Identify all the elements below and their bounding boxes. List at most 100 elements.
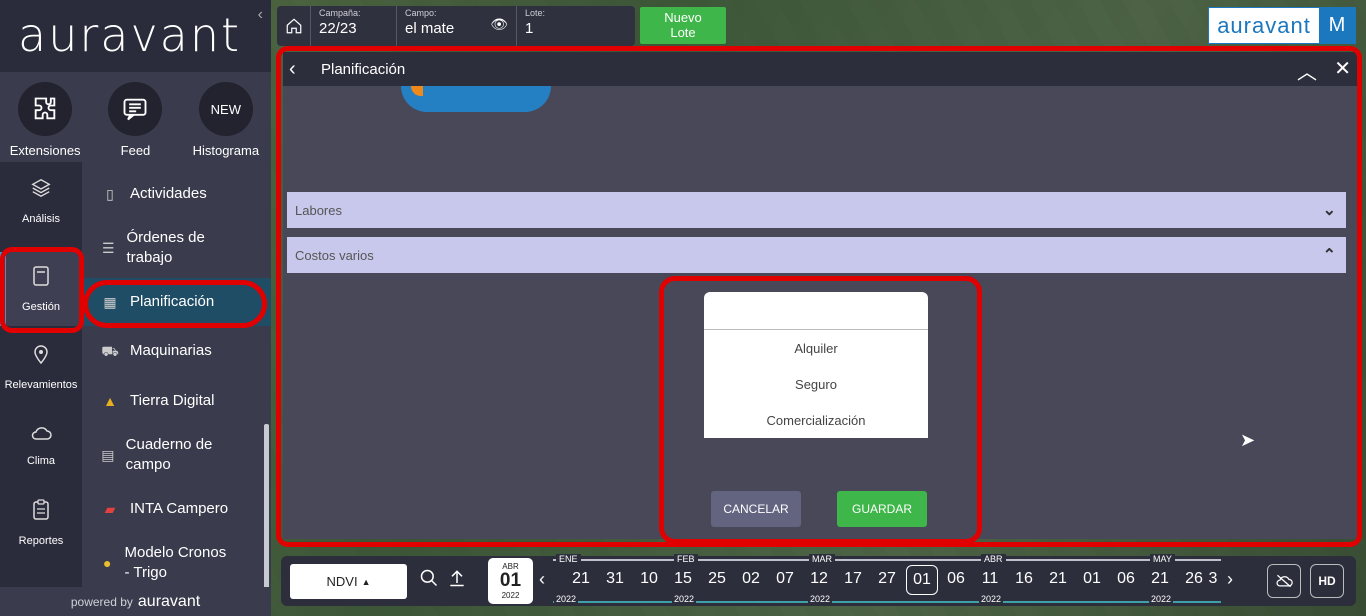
timeline-day[interactable]: 21 <box>565 570 597 588</box>
sub-item-actividades[interactable]: ▯ Actividades <box>82 184 271 204</box>
puzzle-icon <box>18 82 73 136</box>
panel-header: ‹ Planificación ︿ ✕ <box>283 52 1357 86</box>
nav-analisis[interactable]: Análisis <box>0 164 82 238</box>
collapse-sidebar-icon[interactable]: ‹ <box>258 6 263 24</box>
timeline-day-selected[interactable]: 01 <box>906 565 938 595</box>
current-date-card[interactable]: ABR 01 2022 <box>488 558 533 604</box>
histogram-button[interactable]: NEW Histograma <box>181 82 271 158</box>
campo-selector[interactable]: Campo: el mate 👁 <box>397 6 517 46</box>
feed-button[interactable]: Feed <box>90 82 180 158</box>
dropdown-search-input[interactable] <box>704 292 928 330</box>
timeline-day[interactable]: 07 <box>769 570 801 588</box>
timeline-year-label: 2022 <box>979 594 1004 604</box>
upload-icon[interactable] <box>447 568 467 593</box>
chevron-up-icon[interactable]: ︿ <box>1297 56 1317 85</box>
powered-by: powered by auravant <box>0 587 271 616</box>
feed-icon <box>108 82 163 136</box>
home-icon <box>286 18 301 34</box>
sub-item-label: Cuaderno de campo <box>125 436 213 473</box>
nav-reportes[interactable]: Reportes <box>0 486 82 560</box>
histogram-label: Histograma <box>192 143 260 158</box>
hd-toggle-button[interactable]: HD <box>1310 564 1344 598</box>
campana-label: Campaña: <box>319 8 361 18</box>
lote-selector[interactable]: Lote: 1 <box>517 6 635 46</box>
campana-selector[interactable]: Campaña: 22/23 <box>311 6 397 46</box>
nuevo-lote-button[interactable]: Nuevo Lote <box>640 7 726 44</box>
timeline-day[interactable]: 21 <box>1042 570 1074 588</box>
timeline-day[interactable]: 31 <box>599 570 631 588</box>
accordion-labores-label: Labores <box>295 202 342 218</box>
timeline-day[interactable]: 15 <box>667 570 699 588</box>
cost-type-dropdown[interactable]: Alquiler Seguro Comercialización <box>704 292 928 438</box>
timeline-day[interactable]: 06 <box>940 570 972 588</box>
timeline-next-icon[interactable]: › <box>1227 569 1233 590</box>
accordion-costos-varios[interactable]: Costos varios ⌃ <box>287 237 1346 273</box>
clipboard-icon <box>32 499 50 527</box>
sub-item-maquinarias[interactable]: ⛟ Maquinarias <box>82 341 271 361</box>
layers-icon <box>30 177 52 205</box>
sub-item-label: Órdenes de trabajo <box>126 229 205 266</box>
timeline-day[interactable]: 27 <box>871 570 903 588</box>
sub-item-cuaderno[interactable]: ▤ Cuaderno de campo <box>82 435 232 475</box>
sub-item-tierra-digital[interactable]: ▲ Tierra Digital <box>82 391 271 411</box>
timeline-top-line <box>553 559 1221 561</box>
timeline-day[interactable]: 16 <box>1008 570 1040 588</box>
nav-clima[interactable]: Clima <box>0 408 82 482</box>
timeline-day[interactable]: 17 <box>837 570 869 588</box>
timeline-day[interactable]: 21 <box>1144 570 1176 588</box>
timeline-day[interactable]: 12 <box>803 570 835 588</box>
sub-nav-scrollbar[interactable] <box>264 424 269 589</box>
dropdown-option-alquiler[interactable]: Alquiler <box>704 330 928 366</box>
layer-selector[interactable]: NDVI ▲ <box>290 564 407 599</box>
lote-value: 1 <box>525 20 534 37</box>
nuevo-lote-line1: Nuevo <box>664 10 702 25</box>
timeline-year-label: 2022 <box>808 594 833 604</box>
timeline-day[interactable]: 10 <box>633 570 665 588</box>
planificacion-panel: ‹ Planificación ︿ ✕ Labores ⌄ Costos var… <box>283 52 1357 539</box>
back-icon[interactable]: ‹ <box>289 58 315 81</box>
timeline-prev-icon[interactable]: ‹ <box>539 569 545 590</box>
nav-analisis-label: Análisis <box>22 213 60 225</box>
timeline-day[interactable]: 3 <box>1206 570 1220 588</box>
logo-area: auravant ‹ <box>0 0 271 72</box>
dropdown-option-seguro[interactable]: Seguro <box>704 366 928 402</box>
user-brand-box[interactable]: auravant M <box>1208 7 1356 44</box>
nav-relevamientos[interactable]: Relevamientos <box>0 330 82 404</box>
sidebar: auravant ‹ Extensiones Feed NEW Histogra… <box>0 0 271 616</box>
sub-item-label: Maquinarias <box>130 342 212 359</box>
sub-item-inta[interactable]: ▰ INTA Campero <box>82 499 271 519</box>
home-button[interactable] <box>277 6 311 46</box>
timeline-year-label: 2022 <box>1149 594 1174 604</box>
cancel-button[interactable]: CANCELAR <box>711 491 801 527</box>
selector-bar: Campaña: 22/23 Campo: el mate 👁 Lote: 1 <box>277 6 635 46</box>
timeline-day[interactable]: 25 <box>701 570 733 588</box>
new-badge: NEW <box>198 82 253 136</box>
sub-item-planificacion[interactable]: ▦ Planificación <box>82 278 271 326</box>
cloud-filter-button[interactable] <box>1267 564 1301 598</box>
auravant-logo: auravant <box>18 8 242 62</box>
auravant-brand-logo: auravant <box>1217 12 1311 38</box>
nav-gestion[interactable]: Gestión <box>0 252 82 326</box>
timeline-day[interactable]: 06 <box>1110 570 1142 588</box>
quick-actions: Extensiones Feed NEW Histograma <box>0 72 271 162</box>
timeline-month-label: MAR <box>809 554 835 564</box>
close-icon[interactable]: ✕ <box>1334 56 1351 81</box>
sub-item-cronos[interactable]: ● Modelo Cronos - Trigo <box>82 543 232 583</box>
lote-label: Lote: <box>525 8 546 18</box>
extensions-button[interactable]: Extensiones <box>0 82 90 158</box>
accordion-labores[interactable]: Labores ⌄ <box>287 192 1346 228</box>
user-avatar[interactable]: M <box>1319 8 1355 43</box>
mouse-cursor-icon: ➤ <box>1240 430 1256 450</box>
sub-item-label: INTA Campero <box>130 500 229 517</box>
timeline-day[interactable]: 11 <box>974 570 1006 588</box>
eye-icon[interactable]: 👁 <box>490 16 508 33</box>
search-icon[interactable] <box>419 568 439 593</box>
sub-item-label: Planificación <box>130 293 215 310</box>
save-button[interactable]: GUARDAR <box>837 491 927 527</box>
caret-up-icon: ▲ <box>361 576 371 587</box>
timeline-day[interactable]: 01 <box>1076 570 1108 588</box>
dropdown-option-comercializacion[interactable]: Comercialización <box>704 402 928 438</box>
sub-item-ordenes[interactable]: ☰ Órdenes de trabajo <box>82 228 232 268</box>
timeline-day[interactable]: 02 <box>735 570 767 588</box>
timeline-year-label: 2022 <box>554 594 579 604</box>
